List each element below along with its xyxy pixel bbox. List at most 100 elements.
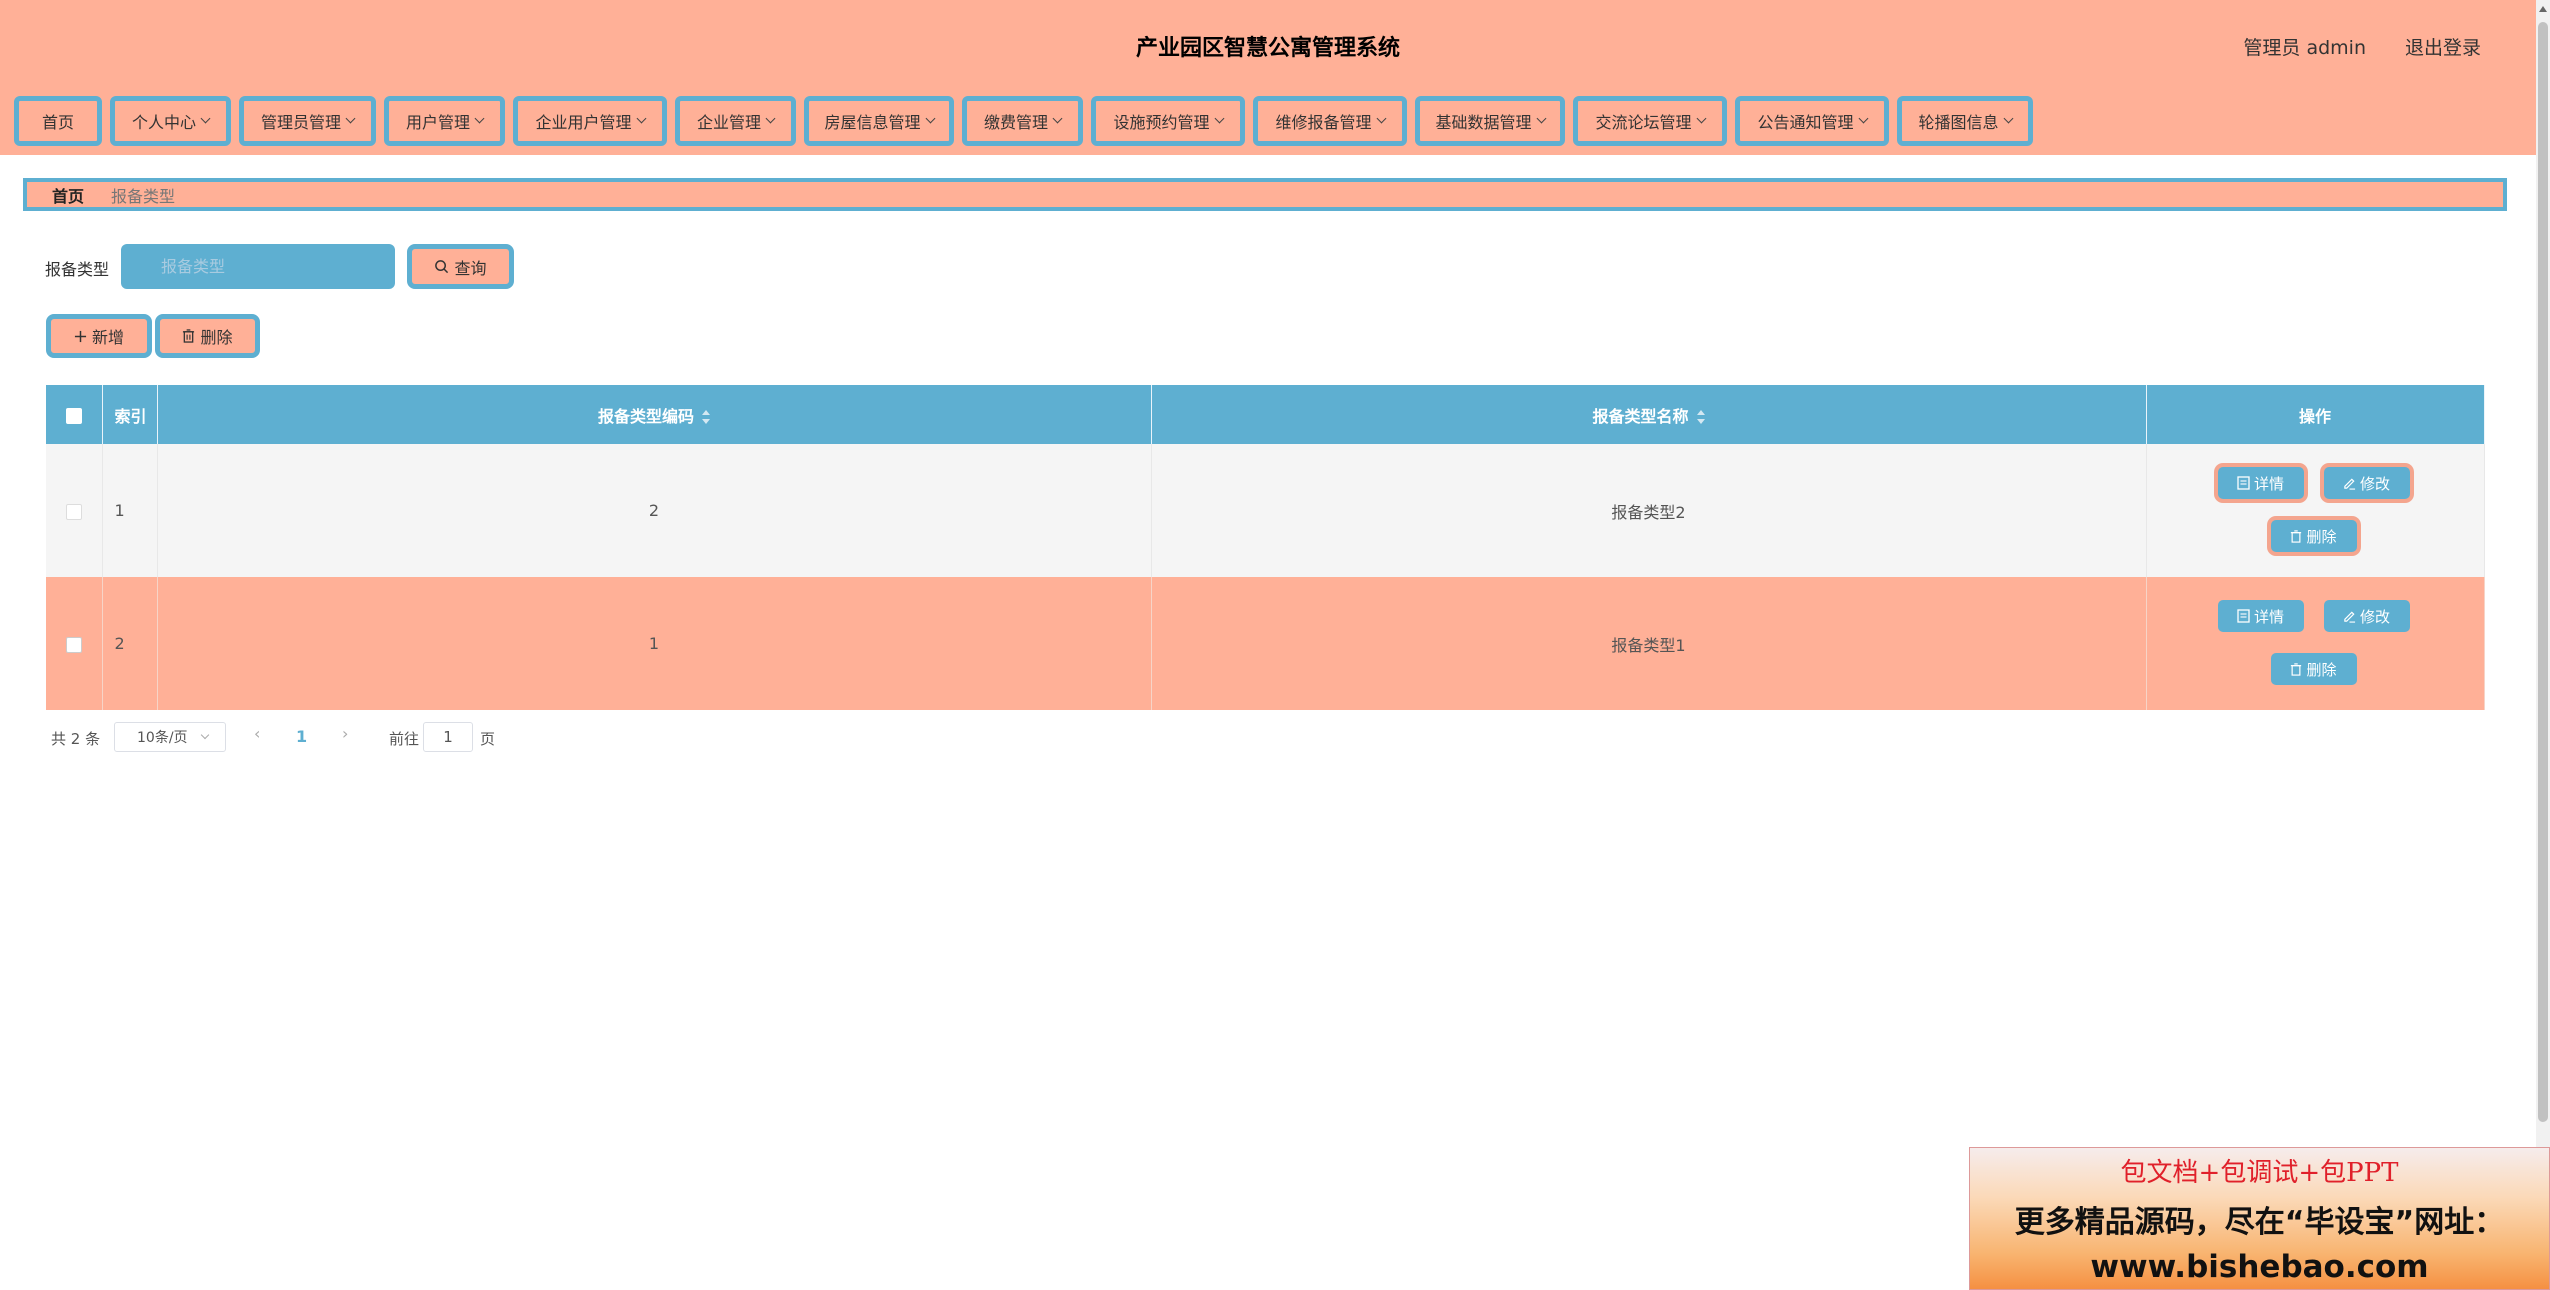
row-name: 报备类型1: [1151, 577, 2147, 710]
delete-button[interactable]: 删除: [2270, 520, 2357, 552]
table-row: 2 1 报备类型1 详情 修改 删除: [46, 577, 2485, 710]
nav-item-user-management[interactable]: 用户管理: [384, 96, 505, 146]
nav-item-facility-booking-management[interactable]: 设施预约管理: [1091, 96, 1245, 146]
nav-item-label: 公告通知管理: [1757, 113, 1854, 132]
ad-line-3: www.bishebao.com: [2090, 1249, 2429, 1285]
chevron-down-icon: [925, 113, 935, 124]
top-header: 产业园区智慧公寓管理系统 管理员 admin 退出登录: [0, 0, 2536, 91]
header-name[interactable]: 报备类型名称: [1151, 385, 2147, 444]
search-button[interactable]: 查询: [407, 244, 514, 289]
nav-item-house-info-management[interactable]: 房屋信息管理: [804, 96, 954, 146]
vertical-scrollbar[interactable]: [2536, 0, 2550, 1290]
trash-icon: [183, 329, 195, 343]
chevron-down-icon: [1858, 113, 1868, 124]
main-nav: 首页 个人中心 管理员管理 用户管理 企业用户管理 企业管理 房屋信息管理 缴费…: [0, 91, 2536, 155]
header-index: 索引: [102, 385, 158, 444]
select-all-cell: [46, 385, 103, 444]
edit-button[interactable]: 修改: [2323, 467, 2410, 499]
chevron-down-icon: [636, 113, 646, 124]
header-code[interactable]: 报备类型编码: [157, 385, 1152, 444]
page-size-value: 10条/页: [137, 730, 188, 746]
detail-button[interactable]: 详情: [2217, 467, 2304, 499]
nav-item-repair-report-management[interactable]: 维修报备管理: [1253, 96, 1407, 146]
chevron-right-icon[interactable]: ›: [342, 724, 348, 743]
nav-item-label: 缴费管理: [983, 113, 1048, 132]
add-button-label: 新增: [91, 328, 124, 347]
search-icon: [435, 260, 449, 274]
add-button[interactable]: 新增: [46, 314, 152, 358]
search-button-label: 查询: [454, 258, 487, 278]
chevron-down-icon: [1376, 113, 1386, 124]
nav-item-enterprise-management[interactable]: 企业管理: [675, 96, 796, 146]
header-code-label: 报备类型编码: [597, 406, 694, 426]
nav-item-enterprise-user-management[interactable]: 企业用户管理: [513, 96, 667, 146]
nav-item-base-data-management[interactable]: 基础数据管理: [1415, 96, 1565, 146]
app-title: 产业园区智慧公寓管理系统: [1135, 36, 1400, 61]
chevron-left-icon[interactable]: ‹: [254, 724, 260, 743]
detail-button[interactable]: 详情: [2217, 600, 2304, 632]
edit-icon: [2344, 610, 2356, 623]
table-header-row: 索引 报备类型编码 报备类型名称 操作: [46, 385, 2485, 444]
nav-item-label: 首页: [41, 113, 74, 132]
logout-link[interactable]: 退出登录: [2405, 33, 2481, 60]
row-checkbox[interactable]: [65, 503, 82, 520]
sort-icon[interactable]: [702, 410, 710, 424]
nav-item-home[interactable]: 首页: [14, 96, 102, 146]
breadcrumb-current: 报备类型: [111, 186, 176, 206]
row-index: 1: [102, 444, 158, 577]
nav-item-payment-management[interactable]: 缴费管理: [962, 96, 1083, 146]
ad-banner[interactable]: 包文档+包调试+包PPT 更多精品源码，尽在“毕设宝”网址： www.bishe…: [1969, 1147, 2550, 1290]
detail-button-label: 详情: [2253, 607, 2284, 626]
chevron-down-icon: [1214, 113, 1224, 124]
row-name: 报备类型2: [1151, 444, 2147, 577]
batch-delete-button-label: 删除: [200, 328, 233, 347]
scrollbar-thumb[interactable]: [2538, 22, 2548, 1122]
plus-icon: [74, 330, 87, 342]
nav-item-personal-center[interactable]: 个人中心: [110, 96, 231, 146]
ad-line-1: 包文档+包调试+包PPT: [2120, 1158, 2399, 1188]
row-checkbox[interactable]: [65, 636, 82, 653]
scroll-up-icon[interactable]: [2539, 6, 2547, 12]
chevron-down-icon: [765, 113, 776, 124]
edit-button-label: 修改: [2359, 607, 2390, 626]
row-select-cell: [46, 444, 103, 577]
breadcrumb: 首页 报备类型: [23, 178, 2507, 211]
nav-item-forum-management[interactable]: 交流论坛管理: [1573, 96, 1727, 146]
nav-item-carousel-info[interactable]: 轮播图信息: [1897, 96, 2033, 146]
pagination-goto-label: 前往: [389, 730, 420, 748]
current-user-label: 管理员 admin: [2243, 37, 2366, 59]
chevron-down-icon: [200, 113, 211, 124]
document-icon: [2237, 476, 2250, 490]
nav-item-label: 轮播图信息: [1918, 113, 1999, 132]
edit-button[interactable]: 修改: [2323, 600, 2410, 632]
header-name-label: 报备类型名称: [1592, 406, 1689, 426]
breadcrumb-home[interactable]: 首页: [52, 183, 84, 207]
row-index: 2: [102, 577, 158, 710]
pagination-goto-input[interactable]: [423, 722, 473, 752]
sort-icon[interactable]: [1696, 410, 1705, 424]
trash-icon: [2291, 529, 2302, 543]
delete-button-label: 删除: [2306, 527, 2337, 546]
page-size-select[interactable]: 10条/页: [114, 722, 226, 752]
select-all-checkbox[interactable]: [65, 407, 82, 424]
search-label: 报备类型: [45, 260, 110, 279]
detail-button-label: 详情: [2253, 474, 2284, 493]
nav-item-admin-management[interactable]: 管理员管理: [239, 96, 376, 146]
nav-item-label: 企业用户管理: [535, 113, 632, 132]
search-input[interactable]: [121, 244, 395, 289]
nav-item-notice-management[interactable]: 公告通知管理: [1735, 96, 1889, 146]
table-row: 1 2 报备类型2 详情 修改 删除: [46, 444, 2485, 577]
batch-delete-button[interactable]: 删除: [155, 314, 260, 358]
delete-button[interactable]: 删除: [2270, 653, 2357, 685]
pagination-page-1[interactable]: 1: [296, 727, 307, 746]
row-select-cell: [46, 577, 103, 710]
data-table: 索引 报备类型编码 报备类型名称 操作 1 2 报备类型2 详情 修改 删除 2…: [46, 385, 2485, 710]
nav-item-label: 用户管理: [405, 113, 470, 132]
ad-line-2: 更多精品源码，尽在“毕设宝”网址：: [2014, 1205, 2505, 1240]
delete-button-label: 删除: [2306, 660, 2337, 679]
chevron-down-icon: [345, 113, 356, 124]
nav-item-label: 基础数据管理: [1435, 113, 1532, 132]
row-code: 1: [157, 577, 1152, 710]
row-ops-cell: 详情 修改 删除: [2146, 444, 2485, 577]
nav-item-label: 企业管理: [696, 113, 761, 132]
